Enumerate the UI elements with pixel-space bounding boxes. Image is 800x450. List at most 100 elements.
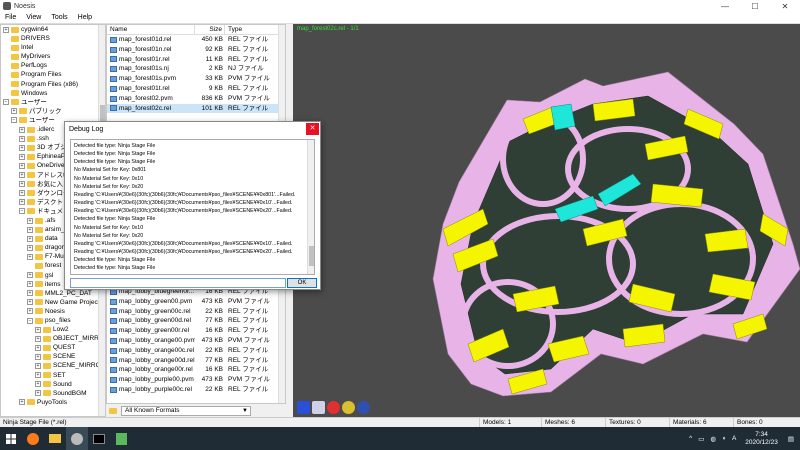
menu-view[interactable]: View (21, 14, 46, 21)
maximize-icon[interactable]: ☐ (740, 2, 770, 11)
battery-icon[interactable]: ▭ (698, 435, 704, 443)
file-row[interactable]: map_forest01s.pvm 33 KB PVM ファイル (107, 74, 285, 84)
file-row[interactable]: map_lobby_purple00c.rel 22 KB REL ファイル (107, 385, 280, 395)
column-header-type[interactable]: Type (225, 25, 280, 34)
start-button[interactable] (0, 427, 22, 450)
expand-icon[interactable]: + (27, 226, 33, 233)
tree-item[interactable]: + SCENE_MIRROR (1, 361, 105, 370)
expand-icon[interactable]: + (19, 199, 25, 206)
file-row[interactable]: map_forest02.pvm 836 KB PVM ファイル (107, 94, 285, 104)
expand-icon[interactable]: + (3, 26, 9, 33)
menu-tools[interactable]: Tools (46, 14, 72, 21)
ok-button[interactable]: OK (287, 278, 317, 288)
expand-icon[interactable]: + (27, 281, 33, 288)
collapse-icon[interactable]: − (11, 117, 17, 124)
expand-icon[interactable]: + (27, 308, 33, 315)
close-icon[interactable]: ✕ (306, 123, 319, 135)
yellow-ball-icon[interactable] (342, 401, 355, 414)
expand-icon[interactable]: + (27, 290, 33, 297)
expand-icon[interactable]: + (27, 235, 33, 242)
tree-item[interactable]: Program Files (x86) (1, 80, 105, 89)
noesis-taskbar-button[interactable] (66, 427, 88, 450)
collapse-icon[interactable]: − (3, 99, 9, 106)
expand-icon[interactable]: + (27, 299, 33, 306)
expand-icon[interactable]: + (35, 335, 41, 342)
expand-icon[interactable]: + (19, 399, 25, 406)
file-row[interactable]: map_forest01d.rel 450 KB REL ファイル (107, 35, 285, 45)
expand-icon[interactable]: + (35, 372, 41, 379)
network-icon[interactable]: ◍ (710, 435, 716, 443)
tree-item[interactable]: Windows (1, 89, 105, 98)
menu-file[interactable]: File (0, 14, 21, 21)
file-row[interactable]: map_lobby_orange00r.rel 16 KB REL ファイル (107, 365, 280, 375)
tree-item[interactable]: + New Game Project (1, 298, 105, 307)
info-icon[interactable] (297, 401, 310, 414)
file-row[interactable]: map_lobby_purple00.pvm 473 KB PVM ファイル (107, 375, 280, 385)
tree-item[interactable]: + PuyoTools (1, 398, 105, 407)
file-row[interactable]: map_forest01n.rel 92 KB REL ファイル (107, 45, 285, 55)
file-row[interactable]: map_lobby_green00r.rel 16 KB REL ファイル (107, 326, 280, 336)
file-row[interactable]: map_forest01s.nj 2 KB NJ ファイル (107, 64, 285, 74)
tree-item[interactable]: + MML2_PC_DAT (1, 289, 105, 298)
terminal-taskbar-button[interactable] (88, 427, 110, 450)
collapse-icon[interactable]: − (27, 317, 33, 324)
expand-icon[interactable]: + (35, 326, 41, 333)
model-viewport[interactable]: map_forest02c.rel - 1/1 (293, 24, 800, 417)
tree-item[interactable]: + SoundBGM (1, 389, 105, 398)
tree-item[interactable]: + パブリック (1, 107, 105, 116)
expand-icon[interactable]: + (27, 272, 33, 279)
collapse-icon[interactable]: − (19, 208, 25, 215)
expand-icon[interactable]: + (19, 135, 25, 142)
expand-icon[interactable]: + (27, 217, 33, 224)
ime-indicator[interactable]: A (732, 435, 736, 442)
tree-item[interactable]: + Low2 (1, 325, 105, 334)
folder-icon[interactable] (109, 407, 117, 414)
minimize-icon[interactable]: — (710, 2, 740, 11)
file-row[interactable]: map_lobby_green00c.rel 22 KB REL ファイル (107, 307, 280, 317)
chevron-up-icon[interactable]: ^ (689, 435, 692, 442)
file-row[interactable]: map_forest02c.rel 101 KB REL ファイル (107, 103, 285, 114)
tree-item[interactable]: − ユーザー (1, 98, 105, 107)
file-row[interactable]: map_lobby_orange00c.rel 22 KB REL ファイル (107, 346, 280, 356)
tree-item[interactable]: + SCENE (1, 352, 105, 361)
graph-icon[interactable] (312, 401, 325, 414)
expand-icon[interactable]: + (19, 144, 25, 151)
command-input[interactable] (70, 278, 286, 288)
tree-item[interactable]: + Sound (1, 380, 105, 389)
tree-item[interactable]: DRIVERS (1, 34, 105, 43)
tree-item[interactable]: + cygwin64 (1, 25, 105, 34)
expand-icon[interactable]: + (27, 244, 33, 251)
file-row[interactable]: map_lobby_orange00.pvm 473 KB PVM ファイル (107, 336, 280, 346)
clock[interactable]: 7:34 2020/12/23 (745, 431, 778, 447)
tree-item[interactable]: MyDrivers (1, 52, 105, 61)
red-ball-icon[interactable] (327, 401, 340, 414)
app-taskbar-button[interactable] (110, 427, 132, 450)
menu-help[interactable]: Help (73, 14, 97, 21)
expand-icon[interactable]: + (19, 162, 25, 169)
blue-ball-icon[interactable] (357, 401, 370, 414)
tree-item[interactable]: PerfLogs (1, 61, 105, 70)
file-row[interactable]: map_lobby_orange00d.rel 77 KB REL ファイル (107, 356, 280, 366)
volume-icon[interactable]: ◖ (722, 435, 726, 442)
expand-icon[interactable]: + (27, 253, 33, 260)
file-row[interactable]: map_forest01t.rel 9 KB REL ファイル (107, 84, 285, 94)
tree-item[interactable]: + SET (1, 371, 105, 380)
notification-icon[interactable]: ▤ (788, 435, 794, 443)
expand-icon[interactable]: + (35, 344, 41, 351)
format-filter-select[interactable]: All Known Formats ▼ (121, 405, 251, 416)
expand-icon[interactable]: + (35, 353, 41, 360)
expand-icon[interactable]: + (19, 172, 25, 179)
expand-icon[interactable]: + (19, 190, 25, 197)
tree-item[interactable]: Program Files (1, 70, 105, 79)
firefox-taskbar-button[interactable] (22, 427, 44, 450)
close-window-icon[interactable]: ✕ (770, 2, 800, 11)
expand-icon[interactable]: + (19, 126, 25, 133)
expand-icon[interactable]: + (35, 381, 41, 388)
expand-icon[interactable]: + (19, 153, 25, 160)
tree-item[interactable]: + OBJECT_MIRROR (1, 334, 105, 343)
tree-item[interactable]: − pso_files (1, 316, 105, 325)
tree-item[interactable]: + QUEST (1, 343, 105, 352)
column-header-name[interactable]: Name (107, 25, 195, 34)
debug-log-output[interactable]: Detected file type: Ninja Stage File Dete… (70, 139, 315, 275)
file-row[interactable]: map_forest01r.rel 11 KB REL ファイル (107, 55, 285, 65)
